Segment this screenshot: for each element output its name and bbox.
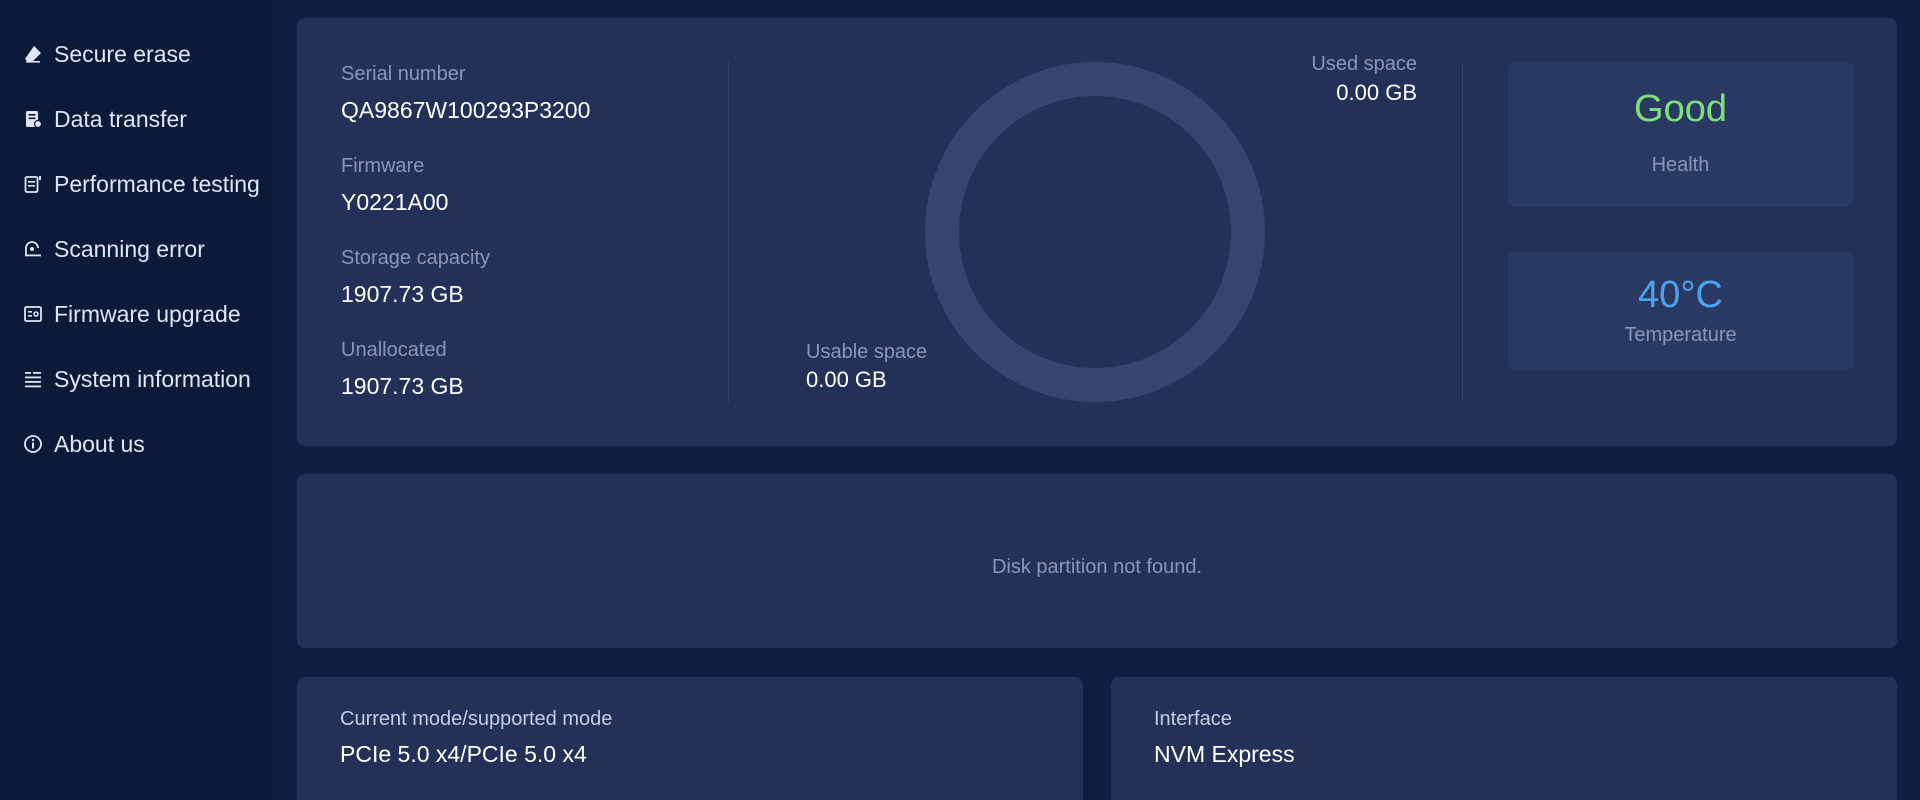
sidebar-item-label: Secure erase [54,40,191,67]
health-label: Health [1651,154,1710,176]
firmware-label: Firmware [341,155,425,177]
divider-right [1462,62,1463,402]
sidebar-item-label: System information [54,365,251,392]
info-icon [22,433,44,455]
sidebar-item-label: Performance testing [54,170,260,197]
usable-space-label: Usable space [806,341,928,363]
document-transfer-icon [22,108,44,130]
storage-capacity-label: Storage capacity [341,247,490,269]
app-window: Secure erase Data transfer Performance t… [0,0,1920,800]
list-icon [22,368,44,390]
sidebar-item-scanning-error[interactable]: Scanning error [22,229,267,269]
interface-card: Interface NVM Express [1111,677,1897,800]
ring-track [925,62,1265,402]
mode-label: Current mode/supported mode [340,708,613,730]
mode-card: Current mode/supported mode PCIe 5.0 x4/… [297,677,1083,800]
mode-value: PCIe 5.0 x4/PCIe 5.0 x4 [340,741,587,767]
serial-number-value: QA9867W100293P3200 [341,97,591,123]
sidebar-item-secure-erase[interactable]: Secure erase [22,34,267,74]
unallocated-value: 1907.73 GB [341,373,464,399]
sidebar-item-data-transfer[interactable]: Data transfer [22,99,267,139]
used-space-value: 0.00 GB [1336,80,1417,105]
sidebar-item-label: Scanning error [54,235,205,262]
firmware-value: Y0221A00 [341,189,449,215]
space-usage-ring [925,62,1265,402]
sidebar-item-label: About us [54,430,145,457]
sidebar-item-performance-testing[interactable]: Performance testing [22,164,267,204]
storage-capacity-value: 1907.73 GB [341,281,464,307]
partition-card: Disk partition not found. [297,474,1897,648]
interface-label: Interface [1154,708,1232,730]
performance-doc-icon [22,173,44,195]
interface-value: NVM Express [1154,741,1295,767]
sidebar-item-system-information[interactable]: System information [22,359,267,399]
divider-left [728,62,729,402]
used-space-label: Used space [1311,53,1417,75]
sidebar-item-label: Firmware upgrade [54,300,241,327]
unallocated-label: Unallocated [341,339,447,361]
sidebar-item-label: Data transfer [54,105,187,132]
temperature-value: 40°C [1638,274,1723,316]
drive-overview-card: Serial number QA9867W100293P3200 Firmwar… [297,18,1897,446]
temperature-box: 40°C Temperature [1508,252,1853,370]
partition-message: Disk partition not found. [991,556,1203,578]
firmware-chip-icon [22,303,44,325]
serial-number-label: Serial number [341,63,466,85]
temperature-label: Temperature [1624,324,1737,346]
health-value: Good [1634,88,1727,130]
usable-space-value: 0.00 GB [806,367,887,392]
health-box: Good Health [1508,62,1853,207]
scan-icon [22,238,44,260]
eraser-icon [22,43,44,65]
sidebar: Secure erase Data transfer Performance t… [0,0,273,800]
sidebar-item-firmware-upgrade[interactable]: Firmware upgrade [22,294,267,334]
sidebar-item-about-us[interactable]: About us [22,424,267,464]
